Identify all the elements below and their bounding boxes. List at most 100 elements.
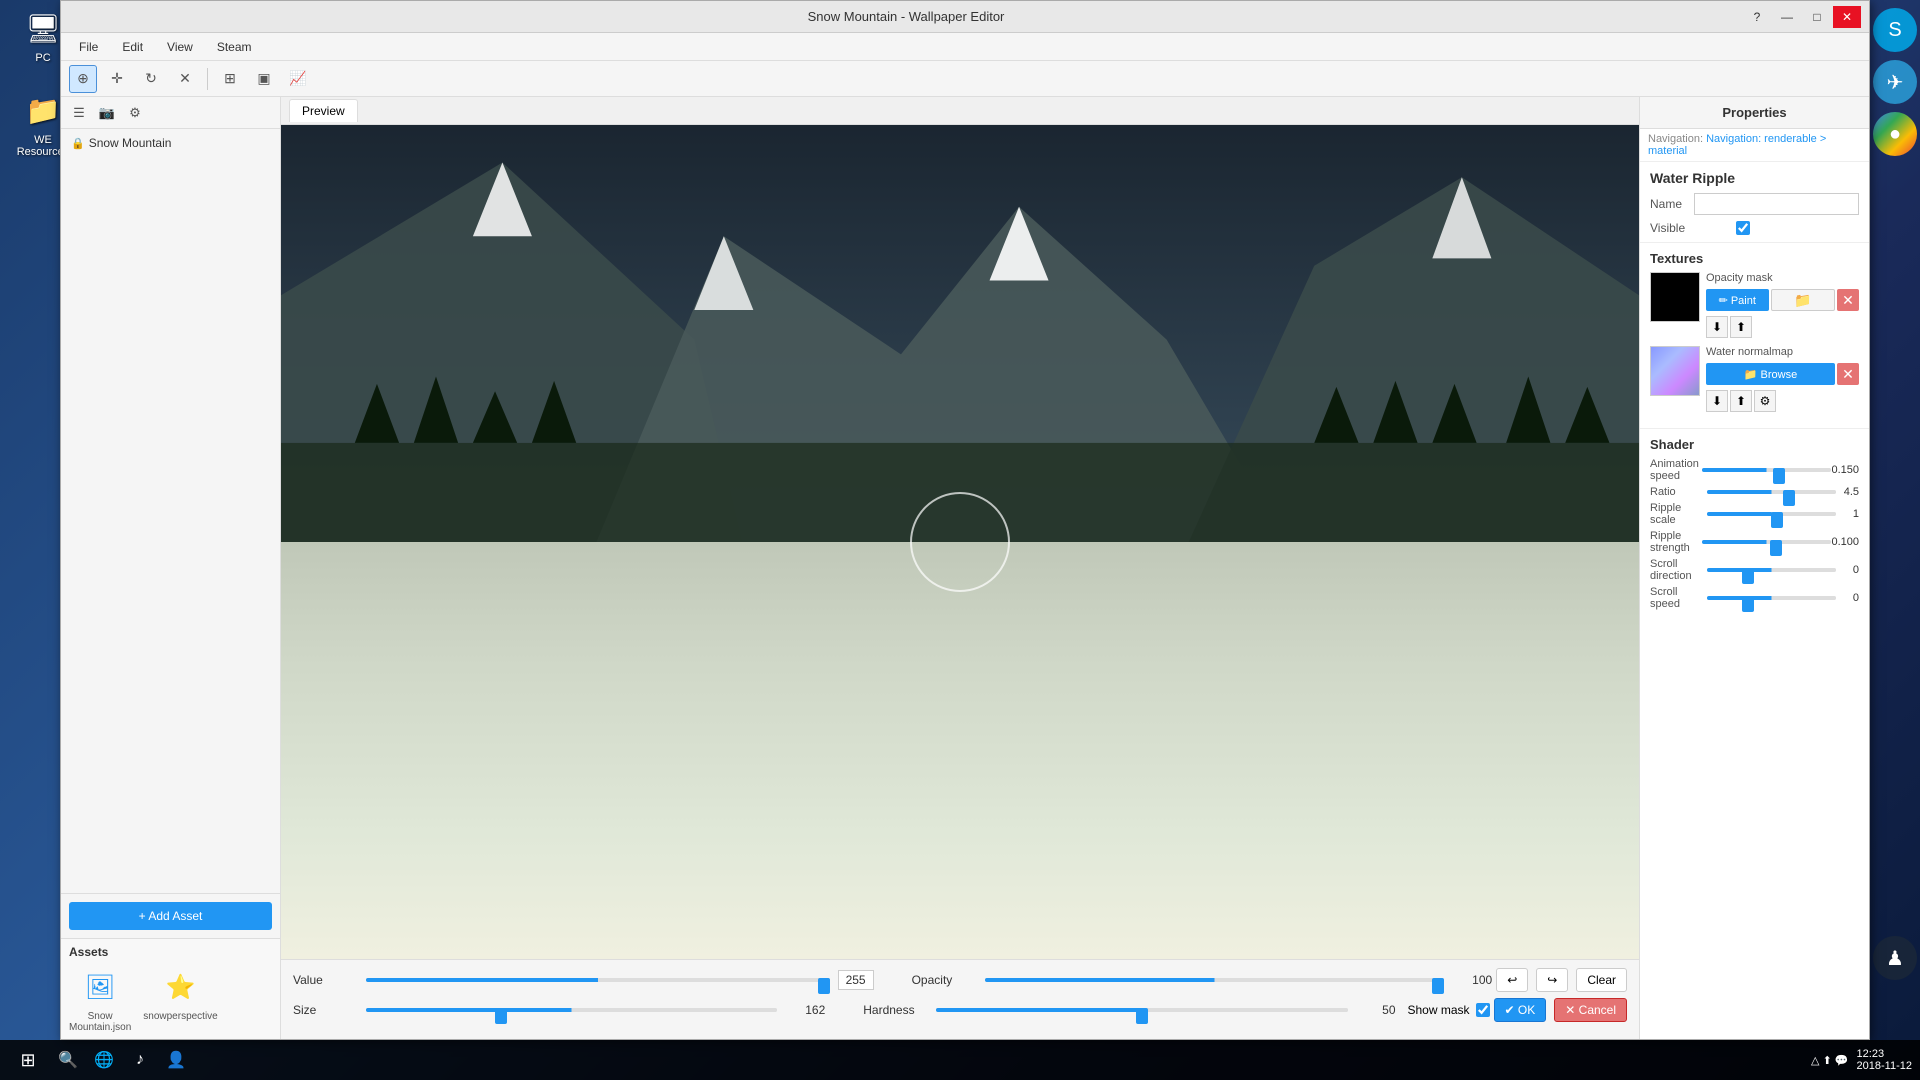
taskbar-icon-music[interactable]: ♪ xyxy=(124,1044,156,1076)
taskbar-icon-browser[interactable]: 🌐 xyxy=(88,1044,120,1076)
browse-button[interactable]: 📁 Browse xyxy=(1706,363,1835,385)
ripple-strength-value: 0.100 xyxy=(1831,536,1859,548)
scroll-speed-slider[interactable] xyxy=(1707,596,1836,600)
lake-area xyxy=(281,542,1639,959)
minimize-button[interactable]: — xyxy=(1773,6,1801,28)
opacity-label: Opacity xyxy=(912,973,977,987)
animation-speed-slider[interactable] xyxy=(1702,468,1831,472)
name-input[interactable] xyxy=(1694,193,1859,215)
normalmap-download-btn[interactable]: ⬆ xyxy=(1730,390,1752,412)
tool-select[interactable]: ⊕ xyxy=(69,65,97,93)
size-row: Size 162 xyxy=(293,1003,825,1017)
title-controls: ? — □ ✕ xyxy=(1743,6,1861,28)
right-bar: S ✈ ● ♟ xyxy=(1870,0,1920,1040)
delete-opacity-button[interactable]: ✕ xyxy=(1837,289,1859,311)
help-button[interactable]: ? xyxy=(1743,6,1771,28)
visible-checkbox[interactable] xyxy=(1736,221,1750,235)
menu-view[interactable]: View xyxy=(157,36,203,58)
shader-ripple-strength: Ripple strength 0.100 xyxy=(1650,530,1859,554)
shader-ripple-strength-label: Ripple strength xyxy=(1650,530,1702,554)
sidebar-toolbar: ☰ 📷 ⚙ xyxy=(61,97,280,129)
app-window: Snow Mountain - Wallpaper Editor ? — □ ✕… xyxy=(60,0,1870,1040)
tool-frame[interactable]: ▣ xyxy=(250,65,278,93)
sidebar-camera-btn[interactable]: 📷 xyxy=(95,101,119,125)
shader-ripple-scale: Ripple scale 1 xyxy=(1650,502,1859,526)
preview-tab-bar: Preview xyxy=(281,97,1639,125)
add-asset-button[interactable]: + Add Asset xyxy=(69,902,272,930)
asset-icon-snowperspective: ⭐ xyxy=(161,967,201,1007)
opacity-value: 100 xyxy=(1452,973,1492,987)
opacity-download-btn[interactable]: ⬆ xyxy=(1730,316,1752,338)
delete-normalmap-button[interactable]: ✕ xyxy=(1837,363,1859,385)
taskbar-tray: △ ⬆ 💬 12:23 2018-11-12 xyxy=(1811,1048,1912,1072)
scroll-direction-slider[interactable] xyxy=(1707,568,1836,572)
size-slider[interactable] xyxy=(366,1008,777,1012)
menu-file[interactable]: File xyxy=(69,36,108,58)
asset-label-snowperspective: snowperspective xyxy=(143,1011,217,1022)
opacity-upload-btn[interactable]: ⬇ xyxy=(1706,316,1728,338)
desktop-icon-pc-label: PC xyxy=(35,52,50,64)
sidebar-settings-btn[interactable]: ⚙ xyxy=(123,101,147,125)
paint-button[interactable]: ✏ Paint xyxy=(1706,289,1769,311)
telegram-icon[interactable]: ✈ xyxy=(1873,60,1917,104)
normalmap-settings-btn[interactable]: ⚙ xyxy=(1754,390,1776,412)
date-display: 2018-11-12 xyxy=(1857,1060,1912,1072)
tray-icons: △ ⬆ 💬 xyxy=(1811,1054,1849,1067)
steam-icon[interactable]: ♟ xyxy=(1873,936,1917,980)
properties-nav: Navigation: Navigation: renderable > mat… xyxy=(1640,129,1869,162)
ripple-strength-slider[interactable] xyxy=(1702,540,1831,544)
close-button[interactable]: ✕ xyxy=(1833,6,1861,28)
skype-icon[interactable]: S xyxy=(1873,8,1917,52)
properties-header: Properties xyxy=(1640,97,1869,129)
brush-actions: ↩ ↪ Clear xyxy=(1496,968,1627,992)
we-resources-icon: 📁 xyxy=(23,90,63,130)
tool-move[interactable]: ✛ xyxy=(103,65,131,93)
hardness-row: Hardness 50 xyxy=(863,1003,1395,1017)
cancel-button[interactable]: ✕ Cancel xyxy=(1554,998,1627,1022)
assets-grid: 🖼 SnowMountain.json ⭐ snowperspective xyxy=(69,967,272,1033)
hardness-slider[interactable] xyxy=(936,1008,1347,1012)
ripple-scale-slider[interactable] xyxy=(1707,512,1836,516)
shader-scroll-speed: Scroll speed 0 xyxy=(1650,586,1859,610)
asset-snow-mountain-json[interactable]: 🖼 SnowMountain.json xyxy=(69,967,131,1033)
mountain-svg xyxy=(281,125,1639,584)
preview-canvas[interactable] xyxy=(281,125,1639,959)
water-normalmap-row: Water normalmap 📁 Browse ✕ ⬇ ⬆ ⚙ xyxy=(1650,346,1859,412)
asset-snowperspective[interactable]: ⭐ snowperspective xyxy=(143,967,217,1033)
opacity-mask-row: Opacity mask ✏ Paint 📁 ✕ ⬇ ⬆ xyxy=(1650,272,1859,338)
tool-chart[interactable]: 📈 xyxy=(284,65,312,93)
tool-refresh[interactable]: ↻ xyxy=(137,65,165,93)
opacity-mask-icon-row: ⬇ ⬆ xyxy=(1706,316,1859,338)
show-mask-checkbox[interactable] xyxy=(1476,1003,1490,1017)
value-slider[interactable] xyxy=(366,978,830,982)
sidebar-item-snow-mountain[interactable]: 🔒 Snow Mountain xyxy=(65,133,276,153)
opacity-mask-label: Opacity mask xyxy=(1706,272,1859,284)
ratio-slider[interactable] xyxy=(1707,490,1836,494)
tool-close[interactable]: ✕ xyxy=(171,65,199,93)
chrome-icon[interactable]: ● xyxy=(1873,112,1917,156)
clear-button[interactable]: Clear xyxy=(1576,968,1627,992)
opacity-row: Opacity 100 xyxy=(912,973,1493,987)
time-display: 12:23 xyxy=(1857,1048,1912,1060)
taskbar-start-button[interactable]: ⊞ xyxy=(8,1044,48,1076)
tool-grid[interactable]: ⊞ xyxy=(216,65,244,93)
folder-button[interactable]: 📁 xyxy=(1771,289,1836,311)
tab-preview[interactable]: Preview xyxy=(289,99,358,122)
opacity-mask-btn-row: ✏ Paint 📁 ✕ xyxy=(1706,289,1859,311)
undo-button[interactable]: ↩ xyxy=(1496,968,1528,992)
shader-ratio: Ratio 4.5 xyxy=(1650,486,1859,498)
menu-edit[interactable]: Edit xyxy=(112,36,153,58)
pc-icon: 🖥 xyxy=(23,8,63,48)
menu-steam[interactable]: Steam xyxy=(207,36,262,58)
taskbar-icon-app[interactable]: 👤 xyxy=(160,1044,192,1076)
ok-button[interactable]: ✔ OK xyxy=(1494,998,1547,1022)
redo-button[interactable]: ↪ xyxy=(1536,968,1568,992)
sidebar-list-btn[interactable]: ☰ xyxy=(67,101,91,125)
taskbar-icon-search[interactable]: 🔍 xyxy=(52,1044,84,1076)
normalmap-upload-btn[interactable]: ⬇ xyxy=(1706,390,1728,412)
opacity-slider[interactable] xyxy=(985,978,1445,982)
brush-controls: Value 255 Opacity 100 ↩ ↪ Clear xyxy=(281,959,1639,1039)
water-normalmap-thumb xyxy=(1650,346,1700,396)
sidebar-spacer xyxy=(61,515,280,893)
maximize-button[interactable]: □ xyxy=(1803,6,1831,28)
